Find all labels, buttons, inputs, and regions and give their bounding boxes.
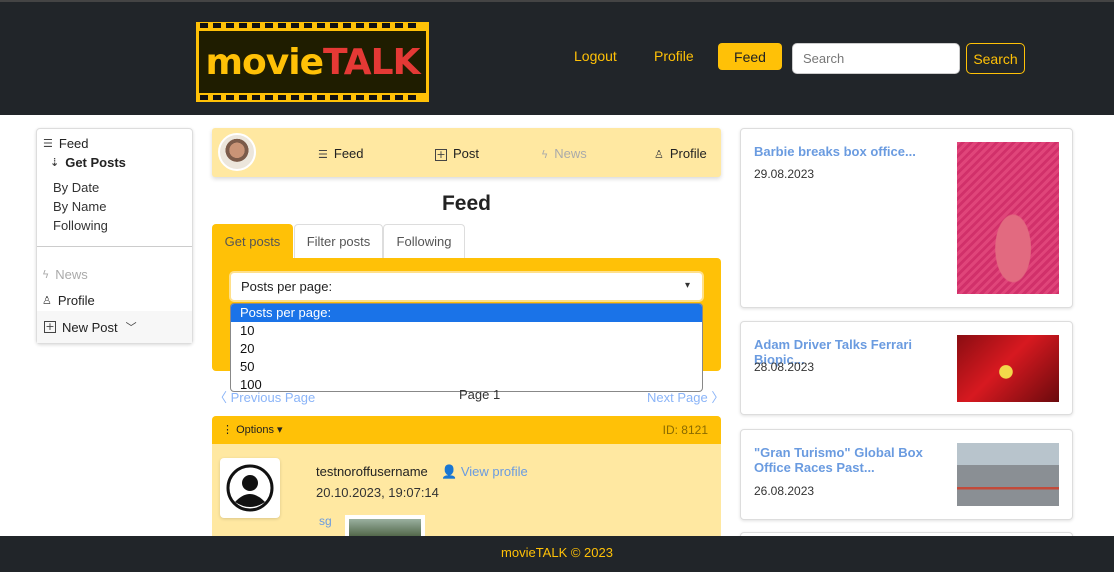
lightning-icon: ϟ bbox=[42, 268, 50, 281]
left-sidebar: ☰ Feed ⇣ Get Posts By Date By Name Followi… bbox=[36, 128, 193, 344]
sidebar-feed-label: Feed bbox=[58, 136, 89, 151]
new-post-button[interactable]: + New Post ﹀ bbox=[37, 311, 192, 343]
news-date: 29.08.2023 bbox=[754, 167, 815, 181]
tab-get-posts[interactable]: Get posts bbox=[212, 224, 293, 258]
post-tag[interactable]: sg bbox=[319, 514, 332, 528]
news-image[interactable] bbox=[957, 142, 1059, 294]
film-strip-top bbox=[196, 22, 429, 30]
plus-square-icon: + bbox=[435, 148, 447, 161]
person-icon: ♙ bbox=[654, 148, 664, 161]
news-card[interactable]: "Gran Turismo" Global Box Office Races P… bbox=[740, 429, 1073, 520]
dropdown-option[interactable]: 50 bbox=[231, 358, 702, 376]
list-icon: ☰ bbox=[43, 137, 53, 150]
post-card-header bbox=[212, 416, 721, 444]
sidebar-profile-label: Profile bbox=[57, 293, 95, 308]
subnav-profile-label: Profile bbox=[669, 146, 707, 161]
sidebar-get-posts-label: Get Posts bbox=[65, 155, 126, 170]
kebab-icon: ⋮ bbox=[222, 424, 237, 436]
subnav-feed[interactable]: ☰ Feed bbox=[318, 146, 364, 161]
post-username: testnoroffusername bbox=[316, 464, 428, 479]
movietalk-logo[interactable]: movie TALK bbox=[196, 22, 429, 102]
logout-link[interactable]: Logout bbox=[574, 48, 617, 64]
next-page-link[interactable]: Next Page 〉 bbox=[647, 387, 724, 406]
previous-page-label: Previous Page bbox=[230, 390, 316, 405]
user-avatar[interactable] bbox=[218, 133, 256, 171]
tab-following[interactable]: Following bbox=[383, 224, 465, 258]
post-author-avatar[interactable] bbox=[220, 458, 280, 518]
view-profile-label: View profile bbox=[460, 464, 528, 479]
logo-word-movie: movie bbox=[205, 41, 324, 83]
post-options-dropdown[interactable]: ⋮ Options ▾ bbox=[222, 423, 283, 436]
chevron-down-icon: ▾ bbox=[684, 280, 690, 291]
person-icon: ♙ bbox=[42, 294, 52, 307]
sidebar-item-news[interactable]: ϟ News bbox=[42, 267, 88, 282]
sidebar-item-by-date[interactable]: By Date bbox=[53, 180, 99, 195]
subnav-feed-label: Feed bbox=[333, 146, 364, 161]
profile-link[interactable]: Profile bbox=[654, 48, 694, 64]
sidebar-item-get-posts[interactable]: ⇣ Get Posts bbox=[50, 155, 126, 170]
logo-word-talk: TALK bbox=[323, 41, 420, 83]
logo-text: movie TALK bbox=[199, 31, 426, 93]
search-button[interactable]: Search bbox=[966, 43, 1025, 74]
subnav-news[interactable]: ϟ News bbox=[541, 146, 587, 161]
news-title[interactable]: Barbie breaks box office... bbox=[754, 144, 952, 159]
subnav-post-label: Post bbox=[453, 146, 480, 161]
chevron-right-icon: 〉 bbox=[707, 390, 725, 405]
news-title[interactable]: "Gran Turismo" Global Box Office Races P… bbox=[754, 445, 952, 475]
dropdown-option[interactable]: 10 bbox=[231, 322, 702, 340]
sort-icon: ⇣ bbox=[50, 156, 60, 169]
post-id: ID: 8121 bbox=[662, 423, 708, 437]
posts-per-page-select[interactable]: Posts per page: ▾ bbox=[229, 271, 704, 302]
subnav-news-label: News bbox=[554, 146, 587, 161]
new-post-label: New Post bbox=[62, 319, 118, 335]
dropdown-option[interactable]: Posts per page: bbox=[231, 304, 702, 322]
news-card[interactable]: Adam Driver Talks Ferrari Biopic... 28.0… bbox=[740, 321, 1073, 415]
film-strip-bottom bbox=[196, 94, 429, 102]
list-icon: ☰ bbox=[318, 148, 328, 161]
next-page-label: Next Page bbox=[647, 390, 708, 405]
sidebar-item-feed[interactable]: ☰ Feed bbox=[43, 136, 89, 151]
news-date: 26.08.2023 bbox=[754, 484, 815, 498]
post-image[interactable] bbox=[345, 515, 425, 537]
sidebar-divider bbox=[37, 246, 192, 247]
lightning-icon: ϟ bbox=[541, 148, 549, 161]
news-image[interactable] bbox=[957, 443, 1059, 506]
posts-per-page-dropdown: Posts per page: 10 20 50 100 bbox=[230, 303, 703, 392]
sidebar-item-by-name[interactable]: By Name bbox=[53, 199, 106, 214]
subnav-post[interactable]: + Post bbox=[435, 146, 479, 161]
view-profile-link[interactable]: 👤 View profile bbox=[441, 464, 528, 480]
news-date: 28.08.2023 bbox=[754, 360, 815, 374]
previous-page-link[interactable]: 〈 Previous Page bbox=[214, 387, 315, 406]
subnav-profile[interactable]: ♙ Profile bbox=[654, 146, 707, 161]
news-card[interactable]: Barbie breaks box office... 29.08.2023 bbox=[740, 128, 1073, 308]
person-icon: 👤 bbox=[441, 464, 461, 479]
news-image[interactable] bbox=[957, 335, 1059, 402]
footer: movieTALK © 2023 bbox=[0, 536, 1114, 572]
feed-nav-button[interactable]: Feed bbox=[718, 43, 782, 70]
chevron-down-icon: ﹀ bbox=[125, 321, 137, 334]
caret-down-icon: ▾ bbox=[273, 424, 283, 436]
search-input[interactable] bbox=[792, 43, 960, 74]
sidebar-item-profile[interactable]: ♙ Profile bbox=[42, 293, 95, 308]
sidebar-item-following[interactable]: Following bbox=[53, 218, 108, 233]
post-date: 20.10.2023, 19:07:14 bbox=[316, 485, 439, 500]
plus-square-icon: + bbox=[44, 320, 56, 333]
chevron-left-icon: 〈 bbox=[214, 390, 231, 405]
dropdown-option[interactable]: 20 bbox=[231, 340, 702, 358]
post-options-label: Options bbox=[236, 424, 274, 436]
tab-filter-posts[interactable]: Filter posts bbox=[294, 224, 383, 258]
page-title: Feed bbox=[441, 192, 491, 215]
user-circle-icon bbox=[226, 464, 274, 512]
select-value: Posts per page: bbox=[241, 279, 333, 294]
sidebar-news-label: News bbox=[55, 267, 88, 282]
page-indicator: Page 1 bbox=[459, 387, 501, 402]
